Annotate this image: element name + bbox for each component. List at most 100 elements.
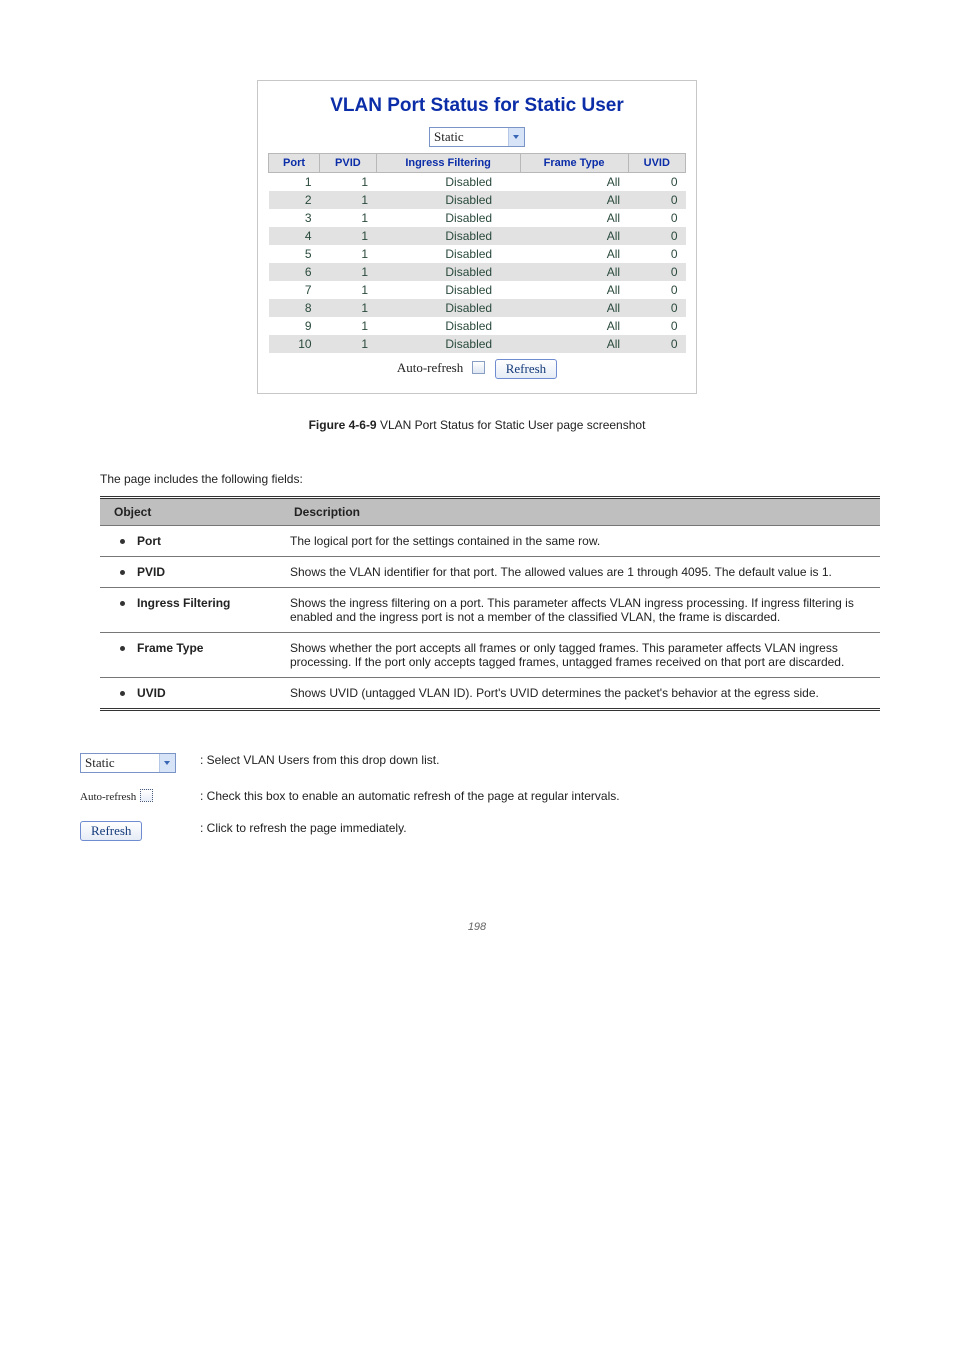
vlan-port-status-panel: VLAN Port Status for Static User Static … <box>257 80 697 394</box>
cell-uvid: 0 <box>628 209 685 227</box>
cell-frame-type: All <box>520 263 628 281</box>
cell-pvid: 1 <box>320 281 377 299</box>
cell-uvid: 0 <box>628 281 685 299</box>
cell-ingress: Disabled <box>376 245 520 263</box>
widget-descriptions: Static : Select VLAN Users from this dro… <box>80 751 914 841</box>
cell-ingress: Disabled <box>376 317 520 335</box>
port-status-table: Port PVID Ingress Filtering Frame Type U… <box>268 153 686 353</box>
table-row: 91DisabledAll0 <box>269 317 686 335</box>
vlan-user-select-value: Static <box>430 128 508 146</box>
table-row: 41DisabledAll0 <box>269 227 686 245</box>
cell-pvid: 1 <box>320 317 377 335</box>
glossary-desc-cell: Shows whether the port accepts all frame… <box>280 633 880 678</box>
auto-refresh-checkbox[interactable] <box>472 361 485 374</box>
vlan-user-select[interactable]: Static <box>429 127 525 147</box>
cell-ingress: Disabled <box>376 281 520 299</box>
dropdown-button[interactable] <box>159 754 175 772</box>
screenshot-panel: VLAN Port Status for Static User Static … <box>257 80 697 394</box>
table-row: 11DisabledAll0 <box>269 173 686 192</box>
vlan-user-select-example[interactable]: Static <box>80 753 176 773</box>
cell-port: 3 <box>269 209 320 227</box>
auto-refresh-label-example: Auto-refresh <box>80 791 136 803</box>
glossary-row: PortThe logical port for the settings co… <box>100 526 880 557</box>
cell-pvid: 1 <box>320 173 377 192</box>
glossary-row: Frame Type Shows whether the port accepts… <box>100 633 880 678</box>
bullet-icon <box>120 646 125 651</box>
chevron-down-icon <box>164 761 171 765</box>
cell-pvid: 1 <box>320 299 377 317</box>
dropdown-button[interactable] <box>508 128 524 146</box>
cell-port: 10 <box>269 335 320 353</box>
col-uvid: UVID <box>628 154 685 173</box>
cell-pvid: 1 <box>320 263 377 281</box>
col-ft: Frame Type <box>520 154 628 173</box>
cell-pvid: 1 <box>320 227 377 245</box>
cell-port: 5 <box>269 245 320 263</box>
glossary-desc-cell: The logical port for the settings contai… <box>280 526 880 557</box>
panel-title: VLAN Port Status for Static User <box>268 95 686 117</box>
refresh-button-example[interactable]: Refresh <box>80 821 142 841</box>
table-row: 81DisabledAll0 <box>269 299 686 317</box>
auto-refresh-checkbox-example[interactable] <box>140 789 153 802</box>
glossary-term: Frame Type <box>137 641 203 655</box>
cell-port: 2 <box>269 191 320 209</box>
cell-frame-type: All <box>520 317 628 335</box>
widget-row-auto: Auto-refresh : Check this box to enable … <box>80 787 914 805</box>
glossary-term-cell: Frame Type <box>100 633 280 678</box>
figure-label: Figure 4-6-9 <box>309 418 377 432</box>
bullet-icon <box>120 601 125 606</box>
cell-frame-type: All <box>520 209 628 227</box>
gloss-col-object: Object <box>100 498 280 526</box>
cell-port: 9 <box>269 317 320 335</box>
cell-ingress: Disabled <box>376 173 520 192</box>
glossary-desc-cell: Shows the ingress filtering on a port. T… <box>280 588 880 633</box>
widget-row-refresh: Refresh : Click to refresh the page imme… <box>80 819 914 841</box>
glossary-desc-cell: Shows UVID (untagged VLAN ID). Port's UV… <box>280 678 880 710</box>
cell-port: 6 <box>269 263 320 281</box>
glossary-row: Ingress FilteringShows the ingress filte… <box>100 588 880 633</box>
cell-uvid: 0 <box>628 191 685 209</box>
cell-uvid: 0 <box>628 317 685 335</box>
gloss-col-desc: Description <box>280 498 880 526</box>
figure-caption-text: VLAN Port Status for Static User page sc… <box>377 418 646 432</box>
glossary-table: Object Description PortThe logical port … <box>100 496 880 711</box>
bullet-icon <box>120 539 125 544</box>
cell-ingress: Disabled <box>376 209 520 227</box>
figure-caption: Figure 4-6-9 VLAN Port Status for Static… <box>40 418 914 432</box>
cell-port: 1 <box>269 173 320 192</box>
glossary-term-cell: UVID <box>100 678 280 710</box>
table-row: 101DisabledAll0 <box>269 335 686 353</box>
table-row: 71DisabledAll0 <box>269 281 686 299</box>
table-row: 21DisabledAll0 <box>269 191 686 209</box>
cell-uvid: 0 <box>628 263 685 281</box>
cell-uvid: 0 <box>628 335 685 353</box>
bullet-icon <box>120 691 125 696</box>
cell-port: 8 <box>269 299 320 317</box>
cell-frame-type: All <box>520 245 628 263</box>
table-row: 51DisabledAll0 <box>269 245 686 263</box>
refresh-button[interactable]: Refresh <box>495 359 557 379</box>
cell-ingress: Disabled <box>376 191 520 209</box>
page-number: 198 <box>40 921 914 933</box>
widget-select-desc: : Select VLAN Users from this drop down … <box>200 751 914 769</box>
col-pvid: PVID <box>320 154 377 173</box>
cell-port: 4 <box>269 227 320 245</box>
cell-uvid: 0 <box>628 173 685 192</box>
table-row: 61DisabledAll0 <box>269 263 686 281</box>
cell-frame-type: All <box>520 227 628 245</box>
cell-ingress: Disabled <box>376 299 520 317</box>
cell-pvid: 1 <box>320 335 377 353</box>
glossary-term-cell: Port <box>100 526 280 557</box>
table-row: 31DisabledAll0 <box>269 209 686 227</box>
user-select-row: Static <box>268 127 686 147</box>
chevron-down-icon <box>513 135 520 139</box>
cell-ingress: Disabled <box>376 263 520 281</box>
cell-uvid: 0 <box>628 299 685 317</box>
cell-uvid: 0 <box>628 227 685 245</box>
cell-pvid: 1 <box>320 209 377 227</box>
glossary-row: UVIDShows UVID (untagged VLAN ID). Port'… <box>100 678 880 710</box>
widget-auto-desc: : Check this box to enable an automatic … <box>200 787 914 805</box>
cell-pvid: 1 <box>320 245 377 263</box>
cell-ingress: Disabled <box>376 335 520 353</box>
col-port: Port <box>269 154 320 173</box>
